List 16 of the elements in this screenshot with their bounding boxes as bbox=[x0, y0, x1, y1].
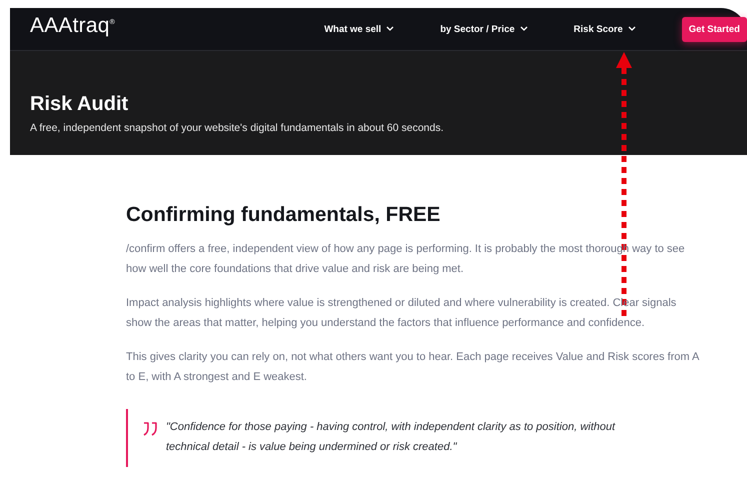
chevron-down-icon bbox=[628, 26, 636, 32]
nav-menu[interactable]: What we sell bbox=[324, 24, 394, 34]
quote-text: "Confidence for those paying - having control, with independent clarity as to position, without technical detail - is value being undermined or risk created." bbox=[166, 420, 616, 455]
body-paragraph: Impact analysis highlights where value is strengthened or diluted and where vulnerability is created. Clear signals show the areas that matter, helping you understand the factors that influence performance and confidence. bbox=[126, 296, 678, 331]
logo[interactable]: AAAtraq$^{®}$ bbox=[30, 14, 324, 38]
nav-menu[interactable]: Risk Score bbox=[574, 24, 636, 34]
get-started-button[interactable]: Get Started bbox=[682, 16, 747, 42]
nav-menu[interactable]: by Sector / Price bbox=[440, 24, 528, 34]
quote-icon bbox=[142, 422, 158, 436]
section-heading: Confirming fundamentals, FREE bbox=[126, 203, 442, 227]
chevron-down-icon bbox=[386, 26, 394, 32]
body-paragraph: /confirm offers a free, independent view of how any page is performing. It is probably the most thorough way to see how well the core foundations that drive value and risk are being met. bbox=[126, 242, 686, 277]
body-paragraph: This gives clarity you can rely on, not what others want you to hear. Each page receives Value and Risk scores from A to E, with A strongest and E weakest. bbox=[126, 350, 700, 385]
chevron-down-icon bbox=[520, 26, 528, 32]
page-subtitle: A free, independent snapshot of your website's digital fundamentals in about 60 seconds. bbox=[30, 122, 445, 134]
page-title: Risk Audit bbox=[30, 93, 130, 116]
